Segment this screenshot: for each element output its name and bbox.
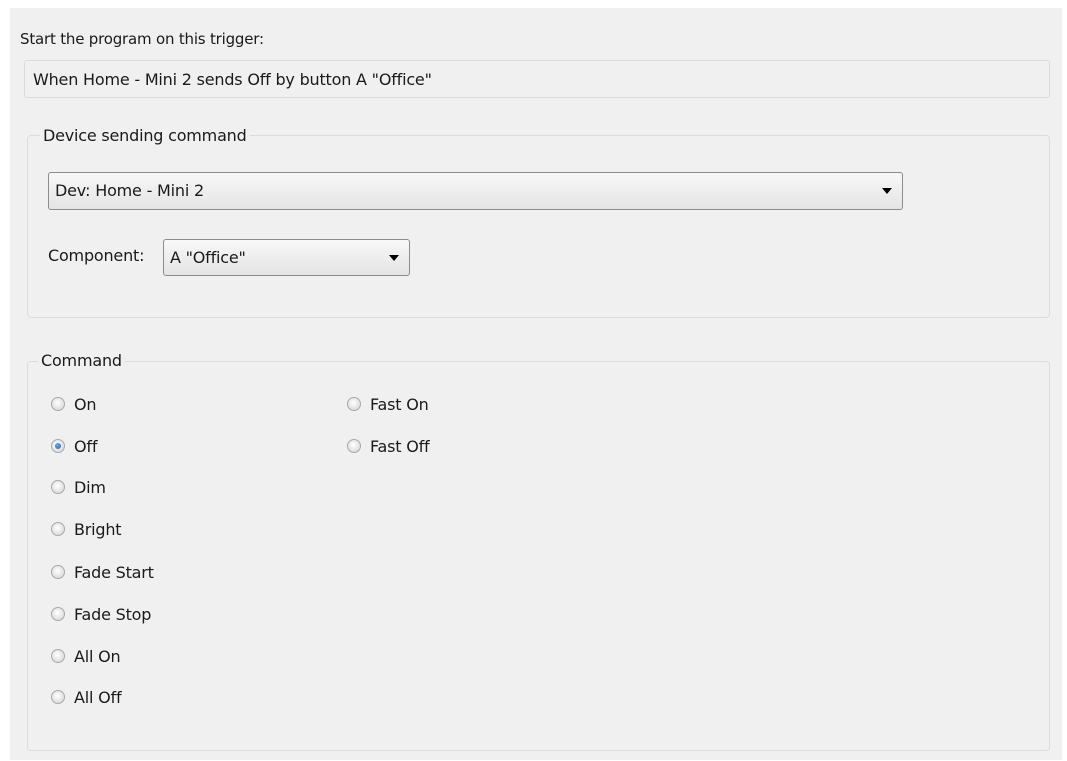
chevron-down-icon[interactable] xyxy=(882,188,892,194)
radio-button-icon[interactable] xyxy=(347,397,361,411)
component-select-value: A "Office" xyxy=(170,248,246,267)
radio-all-on[interactable]: All On xyxy=(51,645,121,667)
radio-fast-on[interactable]: Fast On xyxy=(347,393,429,415)
radio-button-icon[interactable] xyxy=(347,439,361,453)
radio-label: All On xyxy=(74,646,121,666)
radio-fade-stop[interactable]: Fade Stop xyxy=(51,603,151,625)
radio-button-icon[interactable] xyxy=(51,690,65,704)
device-select[interactable]: Dev: Home - Mini 2 xyxy=(48,172,903,210)
radio-bright[interactable]: Bright xyxy=(51,518,122,540)
radio-label: On xyxy=(74,394,97,414)
device-select-value: Dev: Home - Mini 2 xyxy=(55,181,204,200)
trigger-label: Start the program on this trigger: xyxy=(20,30,264,48)
radio-button-icon[interactable] xyxy=(51,480,65,494)
radio-label: Dim xyxy=(74,477,106,497)
radio-button-icon[interactable] xyxy=(51,649,65,663)
command-group-box xyxy=(27,361,1050,751)
radio-button-icon[interactable] xyxy=(51,565,65,579)
radio-label: Fast On xyxy=(370,394,429,414)
chevron-down-icon[interactable] xyxy=(389,255,399,261)
radio-label: Fast Off xyxy=(370,436,430,456)
trigger-description: When Home - Mini 2 sends Off by button A… xyxy=(33,70,432,89)
radio-fast-off[interactable]: Fast Off xyxy=(347,435,430,457)
radio-button-selected-icon[interactable] xyxy=(51,439,65,453)
radio-label: Fade Start xyxy=(74,562,154,582)
radio-label: Fade Stop xyxy=(74,604,152,624)
radio-button-icon[interactable] xyxy=(51,607,65,621)
radio-all-off[interactable]: All Off xyxy=(51,686,122,708)
radio-button-icon[interactable] xyxy=(51,397,65,411)
radio-dim[interactable]: Dim xyxy=(51,476,106,498)
component-label: Component: xyxy=(48,246,145,265)
radio-on[interactable]: On xyxy=(51,393,97,415)
radio-button-icon[interactable] xyxy=(51,522,65,536)
trigger-description-box: When Home - Mini 2 sends Off by button A… xyxy=(24,60,1050,98)
component-select[interactable]: A "Office" xyxy=(163,239,410,276)
radio-label: All Off xyxy=(74,687,122,707)
radio-fade-start[interactable]: Fade Start xyxy=(51,561,154,583)
radio-label: Off xyxy=(74,436,98,456)
radio-off[interactable]: Off xyxy=(51,435,97,457)
command-group-legend: Command xyxy=(38,351,125,370)
device-group-box xyxy=(27,135,1050,318)
radio-label: Bright xyxy=(74,519,122,539)
device-group-legend: Device sending command xyxy=(40,126,250,145)
